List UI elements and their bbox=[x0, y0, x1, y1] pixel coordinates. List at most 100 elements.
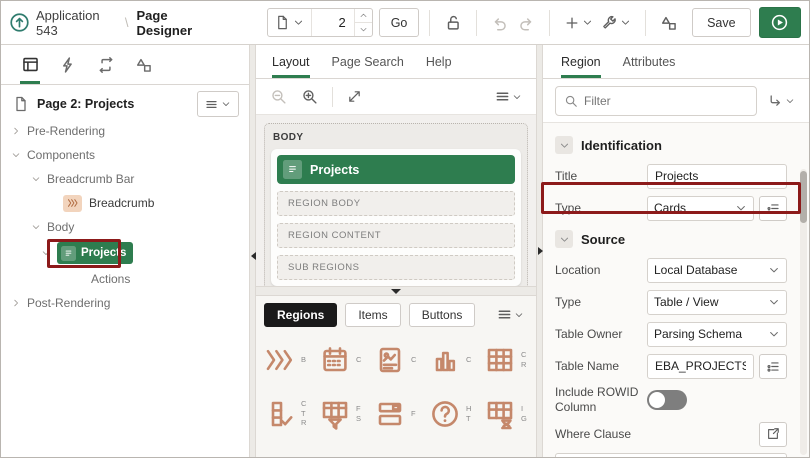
chevron-down-icon bbox=[735, 202, 747, 214]
tree-item-actions[interactable]: Actions bbox=[1, 267, 249, 291]
scrollbar-thumb[interactable] bbox=[800, 171, 807, 223]
redo-icon[interactable] bbox=[513, 10, 539, 36]
gallery-item-column-toggle-report[interactable]: C T R bbox=[264, 391, 319, 437]
source-type-select[interactable]: Table / View bbox=[647, 289, 787, 315]
gallery-item-calendar[interactable]: C bbox=[319, 337, 374, 383]
collapse-section-icon[interactable] bbox=[555, 230, 573, 248]
go-to-group-icon bbox=[767, 93, 783, 109]
selected-region-pill[interactable]: Projects bbox=[57, 242, 134, 264]
play-icon bbox=[770, 13, 789, 32]
layout-menu-button[interactable] bbox=[491, 85, 526, 108]
tree-item-label: Projects bbox=[81, 247, 127, 259]
table-owner-select[interactable]: Parsing Schema bbox=[647, 321, 787, 347]
gallery-tab-regions[interactable]: Regions bbox=[264, 302, 338, 327]
breadcrumb-application-link[interactable]: Application 543 bbox=[36, 8, 117, 38]
tree-item-pre-rendering[interactable]: Pre-Rendering bbox=[1, 119, 249, 143]
tree-menu-button[interactable] bbox=[197, 91, 239, 117]
gallery-tab-items[interactable]: Items bbox=[345, 302, 401, 327]
save-button[interactable]: Save bbox=[692, 8, 751, 37]
stepper-down-icon[interactable] bbox=[355, 23, 372, 36]
go-button[interactable]: Go bbox=[378, 8, 420, 37]
property-panel-menu-button[interactable] bbox=[767, 93, 795, 109]
calendar-icon bbox=[319, 344, 351, 376]
create-menu-button[interactable] bbox=[560, 11, 597, 35]
layout-toolbar bbox=[256, 79, 536, 115]
gallery-item-label: C bbox=[356, 354, 362, 364]
shared-components-icon[interactable] bbox=[656, 10, 682, 36]
field-label: Type bbox=[555, 294, 582, 309]
lightning-icon bbox=[59, 56, 77, 74]
collapse-section-icon[interactable] bbox=[555, 136, 573, 154]
collapse-down-icon[interactable] bbox=[391, 288, 401, 294]
field-table-owner: Table Owner Parsing Schema bbox=[555, 321, 787, 347]
lock-icon[interactable] bbox=[440, 10, 466, 36]
tree-item-post-rendering[interactable]: Post-Rendering bbox=[1, 291, 249, 315]
tab-dynamic-actions[interactable] bbox=[51, 45, 85, 84]
page-picker-button[interactable] bbox=[268, 9, 312, 36]
gallery-item-classic-report[interactable]: C R bbox=[484, 337, 536, 383]
tab-region[interactable]: Region bbox=[561, 45, 601, 78]
up-level-icon[interactable] bbox=[9, 12, 30, 33]
gallery-item-breadcrumb[interactable]: B bbox=[264, 337, 319, 383]
tree-item-body[interactable]: Body bbox=[1, 215, 249, 239]
gallery-item-cards[interactable]: C bbox=[374, 337, 429, 383]
tab-shared-components[interactable] bbox=[127, 45, 161, 84]
location-select[interactable]: Local Database bbox=[647, 257, 787, 283]
page-number-input[interactable] bbox=[311, 15, 354, 30]
gallery-menu-button[interactable] bbox=[493, 303, 528, 326]
body-container[interactable]: BODY Projects REGION BODY REGION CONTENT… bbox=[264, 123, 528, 286]
tab-processing[interactable] bbox=[89, 45, 123, 84]
tree-item-breadcrumb[interactable]: Breadcrumb bbox=[1, 191, 249, 215]
stepper-up-icon[interactable] bbox=[354, 9, 372, 23]
type-lov-button[interactable] bbox=[759, 195, 787, 221]
tab-layout[interactable]: Layout bbox=[272, 45, 310, 78]
zoom-in-icon[interactable] bbox=[297, 84, 322, 109]
filter-input[interactable] bbox=[584, 93, 748, 108]
gallery-item-faceted-search[interactable]: F S bbox=[319, 391, 374, 437]
gallery-item-help-text[interactable]: H T bbox=[429, 391, 484, 437]
expand-all-icon[interactable] bbox=[343, 85, 366, 108]
utilities-menu-button[interactable] bbox=[597, 10, 635, 35]
code-editor-button[interactable] bbox=[759, 421, 787, 447]
region-body-placeholder[interactable]: REGION BODY bbox=[277, 191, 515, 216]
region-content-placeholder[interactable]: REGION CONTENT bbox=[277, 223, 515, 248]
gallery-item-interactive-grid[interactable]: I G bbox=[484, 391, 536, 437]
right-splitter[interactable] bbox=[536, 45, 543, 457]
page-selector-group bbox=[266, 8, 373, 37]
table-name-input[interactable] bbox=[647, 353, 754, 379]
gallery-item-form[interactable]: F bbox=[374, 391, 429, 437]
field-label: Where Clause bbox=[555, 426, 632, 441]
section-title: Source bbox=[581, 231, 626, 247]
where-clause-wrap bbox=[555, 453, 787, 457]
section-identification[interactable]: Identification bbox=[555, 133, 787, 157]
field-label: Table Name bbox=[555, 358, 620, 373]
projects-region[interactable]: Projects bbox=[277, 155, 515, 184]
sub-regions-placeholder[interactable]: SUB REGIONS bbox=[277, 255, 515, 280]
filter-field[interactable] bbox=[555, 85, 757, 116]
run-page-button[interactable] bbox=[758, 7, 801, 38]
gallery-tab-buttons[interactable]: Buttons bbox=[408, 302, 476, 327]
undo-icon[interactable] bbox=[487, 10, 513, 36]
chevron-down-icon bbox=[785, 96, 795, 106]
gallery-splitter[interactable] bbox=[256, 285, 536, 296]
zoom-out-icon[interactable] bbox=[266, 84, 291, 109]
property-scrollbar[interactable] bbox=[800, 169, 807, 455]
tree-item-components[interactable]: Components bbox=[1, 143, 249, 167]
collapse-left-icon[interactable] bbox=[251, 252, 256, 260]
tab-help[interactable]: Help bbox=[426, 45, 452, 78]
section-source[interactable]: Source bbox=[555, 227, 787, 251]
title-input[interactable] bbox=[647, 163, 787, 189]
tree-item-breadcrumb-bar[interactable]: Breadcrumb Bar bbox=[1, 167, 249, 191]
tab-rendering[interactable] bbox=[13, 45, 47, 84]
gallery-item-chart[interactable]: C bbox=[429, 337, 484, 383]
tab-attributes[interactable]: Attributes bbox=[623, 45, 676, 78]
left-splitter[interactable] bbox=[249, 45, 256, 457]
tab-page-search[interactable]: Page Search bbox=[332, 45, 404, 78]
type-select[interactable]: Cards bbox=[647, 195, 754, 221]
tree-item-projects[interactable]: Projects bbox=[1, 239, 249, 267]
include-rowid-toggle[interactable] bbox=[647, 390, 687, 410]
table-name-lov-button[interactable] bbox=[759, 353, 787, 379]
where-clause-textarea[interactable] bbox=[555, 453, 787, 457]
tree-item-label: Body bbox=[47, 220, 75, 234]
toolbar-divider bbox=[645, 9, 647, 36]
